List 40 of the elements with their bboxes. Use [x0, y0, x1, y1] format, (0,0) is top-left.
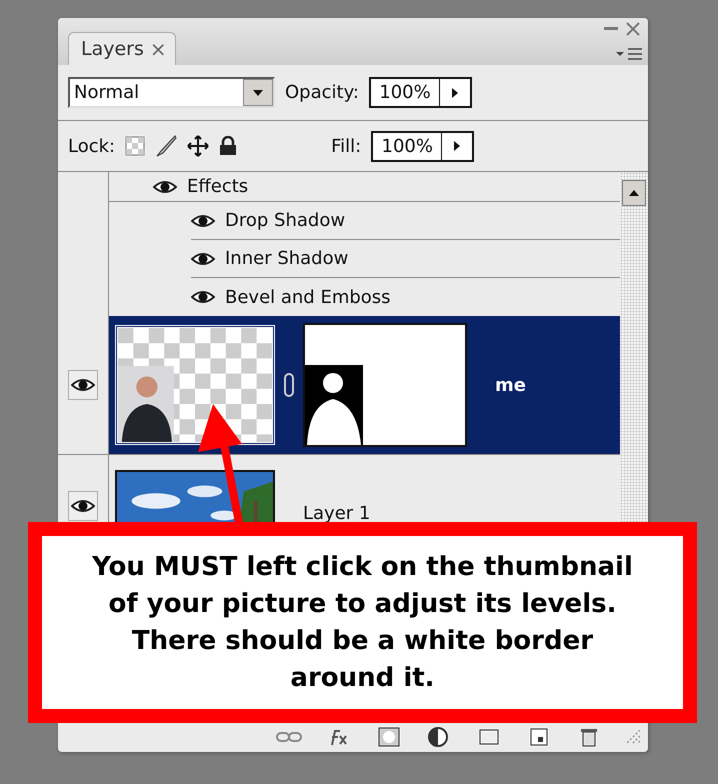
caret-icon	[253, 90, 263, 96]
scroll-up-button[interactable]	[622, 180, 646, 206]
effect-name: Bevel and Emboss	[225, 286, 391, 308]
menu-icon	[616, 47, 642, 61]
layer-mask-thumbnail[interactable]	[303, 323, 467, 447]
layer-row[interactable]: me	[109, 316, 620, 454]
brush-icon[interactable]	[155, 135, 178, 157]
effect-name: Effects	[187, 176, 248, 197]
effect-name: Inner Shadow	[225, 248, 348, 269]
lock-transparency-icon[interactable]	[125, 136, 146, 156]
fill-label: Fill:	[331, 136, 362, 156]
opacity-label: Opacity:	[285, 82, 359, 103]
mask-icon	[376, 726, 402, 748]
blend-mode-dropdown[interactable]: Normal	[68, 77, 275, 108]
effect-row[interactable]: Drop Shadow	[191, 202, 620, 240]
lock-label: Lock:	[68, 136, 116, 156]
layers-tab[interactable]: Layers ×	[68, 32, 176, 65]
layer-name: me	[495, 374, 526, 396]
caret-icon	[629, 190, 639, 196]
chain-link-icon	[283, 373, 295, 397]
eye-icon	[71, 498, 95, 514]
resize-grip-icon	[626, 730, 640, 744]
effect-row[interactable]: Bevel and Emboss	[191, 278, 620, 316]
layer-name: Layer 1	[303, 503, 370, 524]
opacity-field[interactable]: 100%	[369, 77, 472, 108]
close-icon	[626, 22, 640, 36]
effect-name: Drop Shadow	[225, 210, 346, 231]
fill-field[interactable]: 100%	[371, 130, 474, 162]
lock-icon[interactable]	[219, 136, 238, 156]
eye-icon	[71, 377, 95, 393]
effect-row[interactable]: Inner Shadow	[191, 240, 620, 278]
effect-row[interactable]: Effects	[109, 172, 620, 202]
instruction-text: You MUST left click on the thumbnail of your picture to adjust its levels. There should be a white border around it.	[91, 550, 634, 694]
caret-icon	[454, 141, 460, 151]
tab-close-button[interactable]: ×	[150, 37, 167, 61]
move-icon[interactable]	[187, 135, 210, 157]
visibility-toggle[interactable]	[68, 370, 98, 400]
caret-icon	[452, 88, 458, 98]
visibility-toggle[interactable]	[68, 491, 98, 521]
minimize-icon	[604, 27, 618, 31]
